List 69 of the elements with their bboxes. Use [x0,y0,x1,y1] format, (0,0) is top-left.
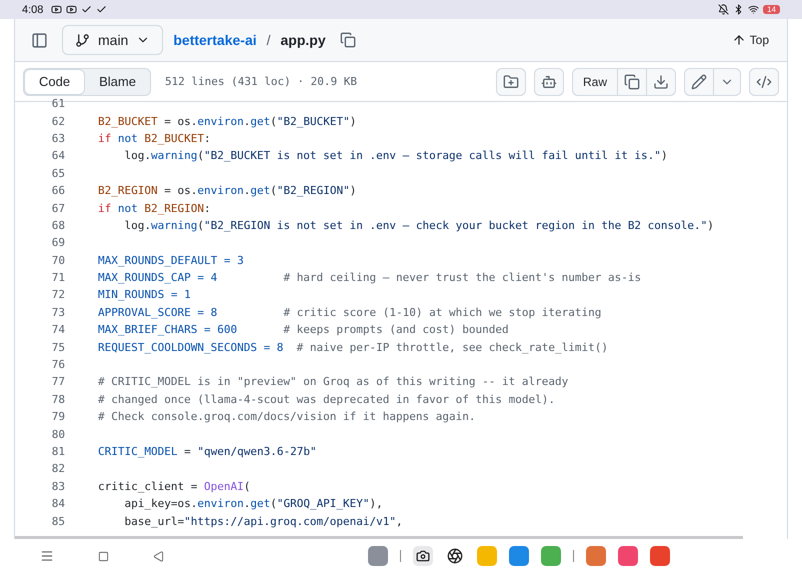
view-tab[interactable]: Code [24,68,86,94]
code-line: critic_client = OpenAI( [98,480,250,493]
bell-muted-icon [718,4,730,15]
line-number: 84 [50,497,65,510]
bluetooth-icon [733,4,744,15]
line-number: 79 [50,410,65,424]
line-number: 63 [50,132,65,145]
code-line: MAX_BRIEF_CHARS = 600 # keeps prompts (and cost) bounded [98,323,509,336]
line-number: 83 [50,480,65,493]
line-number: 61 [50,97,65,110]
line-number: 66 [50,184,65,198]
wifi-icon [748,4,760,15]
line-number: 76 [50,358,65,372]
code-line: B2_BUCKET = os.environ.get("B2_BUCKET") [98,114,356,128]
line-number: 65 [50,166,65,180]
code-line: log.warning("B2_BUCKET is not set in .env — storage calls will fail until it is.") [123,149,668,162]
code-line: MAX_ROUNDS_DEFAULT = 3 [98,254,244,267]
code-line: # changed once (llama-4-scout was deprecated in favor of this model). [98,392,555,406]
code-line: CRITIC_MODEL = "qwen/qwen3.6-27b" [98,445,317,458]
line-number: 80 [50,428,65,441]
code-line: # CRITIC_MODEL is in "preview" on Groq as of this writing -- it already [98,375,568,388]
video-icon [66,4,78,15]
line-number: 67 [50,202,65,215]
line-number: 74 [50,323,65,336]
line-number: 64 [50,149,65,162]
status-time: 4:08 [22,4,44,16]
folder-add-icon[interactable] [496,68,526,96]
code-line: REQUEST_COOLDOWN_SECONDS = 8 # naive per-IP throttle, see check_rate_limit() [98,340,608,354]
line-number: 77 [50,375,65,388]
code-symbols-icon[interactable] [749,68,779,96]
check-icon [96,4,108,15]
file-info: 512 lines (431 loc) · 20.9 KB [164,75,357,88]
path-separator: / [266,32,271,48]
top-button[interactable]: Top [726,32,775,48]
line-number: 75 [50,340,65,354]
line-number: 81 [50,445,65,458]
line-number: 71 [50,271,65,284]
line-number: 78 [50,392,65,406]
line-number: 85 [50,514,65,528]
code-line: MAX_ROUNDS_CAP = 4 # hard ceiling — never trust the client's number as-is [98,271,642,284]
code-line: B2_REGION = os.environ.get("B2_REGION") [98,184,356,198]
line-number: 68 [50,218,65,232]
branch-icon [75,32,90,48]
line-number: 70 [50,254,65,267]
file-name: app.py [280,32,326,48]
code-line: api_key=os.environ.get("GROQ_API_KEY"), [123,497,383,510]
menu-icon[interactable] [40,549,54,563]
battery-icon: 14 [763,5,780,14]
code-line: APPROVAL_SCORE = 8 # critic score (1-10) at which we stop iterating [98,306,602,319]
bot-icon[interactable] [534,68,564,96]
code-line: MIN_ROUNDS = 1 [98,288,191,302]
repo-link[interactable]: bettertake-ai [173,32,257,48]
code-line: if not B2_BUCKET: [98,132,211,145]
check-icon [81,4,92,15]
branch-selector[interactable]: main [62,25,164,55]
line-number: 72 [50,288,65,302]
camera-icon[interactable] [413,546,433,566]
line-number: 73 [50,306,65,319]
home-icon[interactable] [98,550,109,562]
video-icon [51,4,62,15]
line-number: 69 [50,236,65,250]
view-tab[interactable]: Blame [85,68,150,94]
code-line: log.warning("B2_REGION is not set in .env — check your bucket region in the B2 console.") [123,218,714,232]
line-number: 62 [50,114,65,128]
code-line: base_url="https://api.groq.com/openai/v1", [123,514,403,528]
code-line: # Check console.groq.com/docs/vision if it happens again. [98,410,476,424]
line-number: 82 [50,462,65,476]
back-icon[interactable] [153,550,164,562]
code-line: if not B2_REGION: [98,202,211,215]
